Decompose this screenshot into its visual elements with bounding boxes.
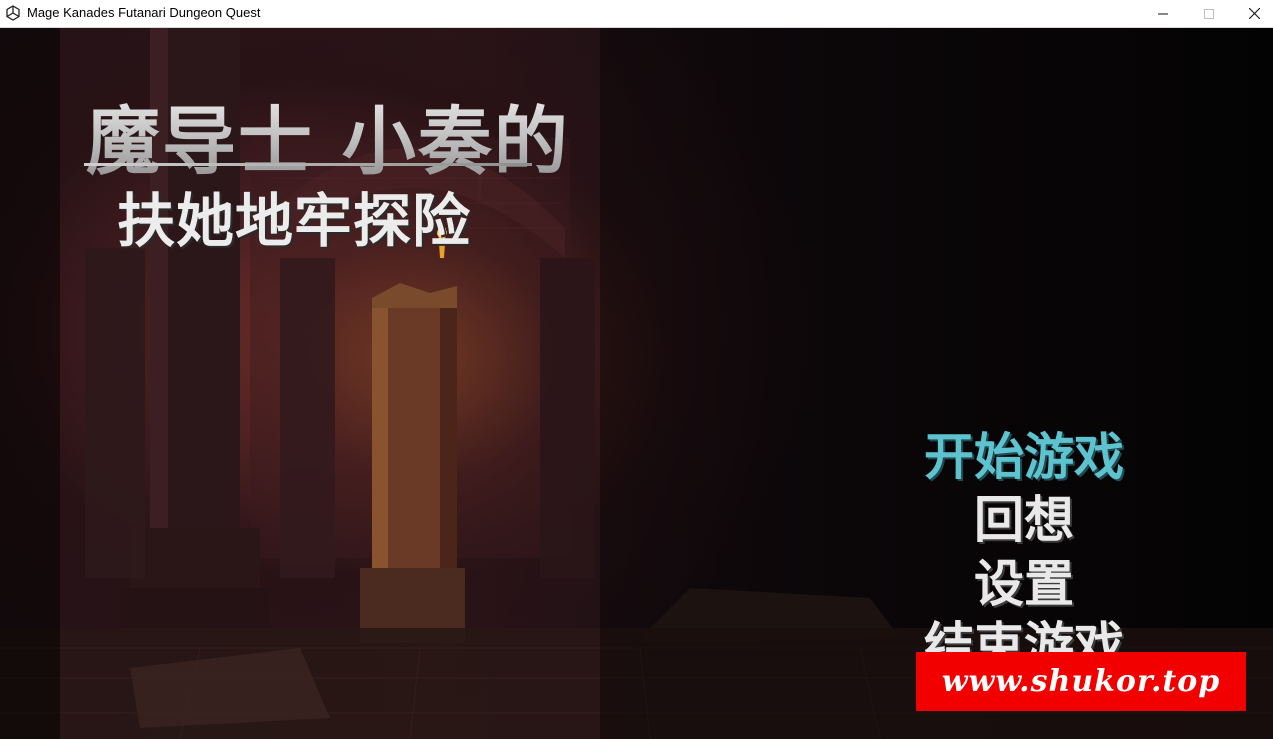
window-title-bar[interactable]: Mage Kanades Futanari Dungeon Quest [0,0,1273,28]
window-title: Mage Kanades Futanari Dungeon Quest [27,5,261,20]
game-title-line-2: 扶她地牢探险 [117,187,472,255]
menu-recollection[interactable]: 回想 [894,480,1154,552]
game-title-line-1: 魔导士 小奏的 [86,82,570,189]
close-button[interactable] [1231,0,1273,27]
close-icon [1248,8,1260,19]
game-title-screen[interactable]: 魔导士 小奏的 扶她地牢探险 开始游戏 回想 设置 结束游戏 www.shuko… [0,28,1273,739]
unity-icon [5,5,21,21]
watermark-text: www.shukor.top [941,664,1221,699]
menu-start-game[interactable]: 开始游戏 [894,417,1154,489]
minimize-icon [1158,13,1168,14]
maximize-icon [1204,8,1214,19]
watermark-banner: www.shukor.top [916,652,1246,711]
minimize-button[interactable] [1140,0,1186,27]
title-underline [84,163,532,166]
maximize-button[interactable] [1186,0,1232,27]
